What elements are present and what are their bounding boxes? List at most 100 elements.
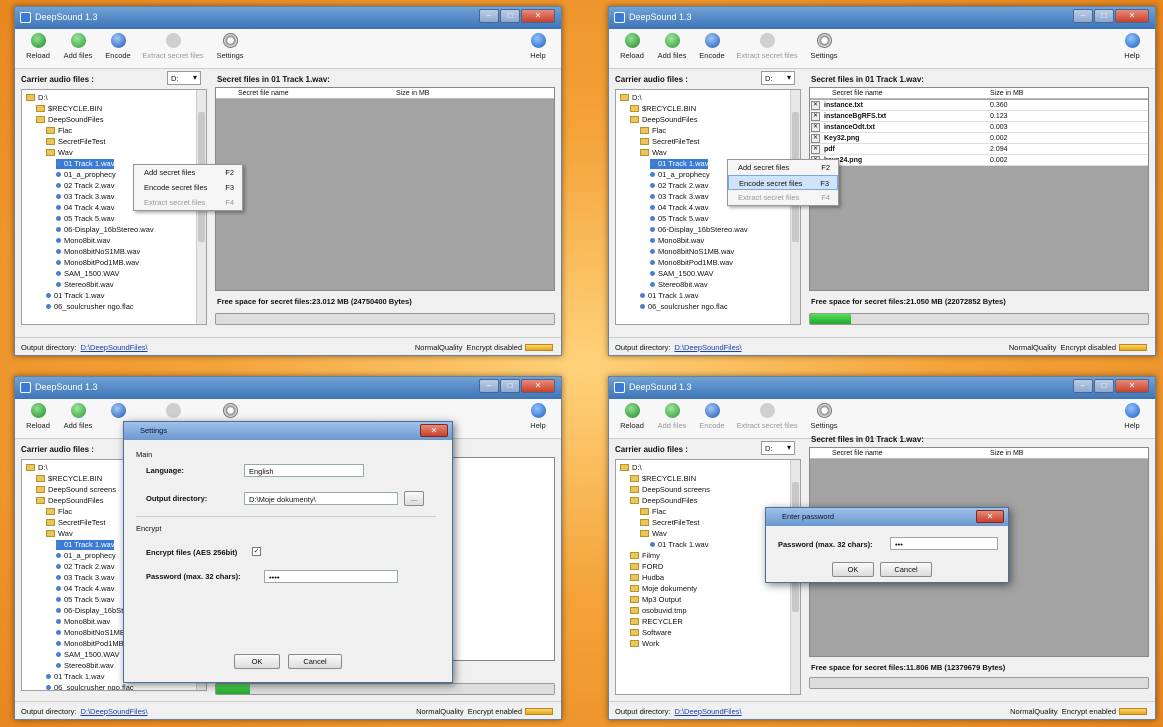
- tree-node[interactable]: Mono8bitPod1MB.wav: [56, 258, 139, 268]
- tree-node[interactable]: DeepSoundFiles: [630, 115, 697, 125]
- context-menu-item[interactable]: Encode secret files F3: [728, 175, 838, 190]
- tree-node[interactable]: FORD: [630, 562, 663, 572]
- password-input[interactable]: •••: [890, 537, 998, 550]
- tree-node[interactable]: 06_soulcrusher ngo.flac: [46, 302, 134, 312]
- context-menu-item[interactable]: Extract secret files F4: [728, 190, 838, 205]
- password-close-button[interactable]: ✕: [976, 510, 1004, 523]
- table-row[interactable]: ✕keys24.png0.002: [810, 155, 1148, 166]
- context-menu-item[interactable]: Encode secret files F3: [134, 180, 242, 195]
- add-files-button[interactable]: Add files: [57, 33, 99, 60]
- tree-node[interactable]: 01 Track 1.wav: [56, 159, 115, 169]
- encode-button[interactable]: Encode: [97, 33, 139, 60]
- tree-node[interactable]: Mono8bit.wav: [650, 236, 704, 246]
- tree-node[interactable]: 04 Track 4.wav: [650, 203, 708, 213]
- tree-node[interactable]: RECYCLER: [630, 617, 683, 627]
- secret-files-grid[interactable]: Secret file name Size in MB ✕ instance.txt…: [809, 87, 1149, 291]
- remove-file-icon[interactable]: ✕: [811, 145, 820, 154]
- tree-node[interactable]: Flac: [640, 126, 666, 136]
- tree-node[interactable]: Wav: [640, 148, 667, 158]
- tree-node[interactable]: 05 Track 5.wav: [56, 595, 114, 605]
- context-menu-item[interactable]: Add secret files F2: [134, 165, 242, 180]
- add-files-button[interactable]: Add files: [651, 33, 693, 60]
- tree-node[interactable]: Hudba: [630, 573, 664, 583]
- tree-node[interactable]: SecretFileTest: [640, 137, 700, 147]
- encrypt-checkbox[interactable]: ✓: [252, 547, 261, 556]
- tree-node[interactable]: 06-Display_16bStereo.wav: [650, 225, 748, 235]
- add-files-button[interactable]: Add files: [57, 403, 99, 430]
- remove-file-icon[interactable]: ✕: [811, 134, 820, 143]
- table-row[interactable]: ✕ Key32.png 0.002: [810, 133, 1148, 144]
- tree-node[interactable]: 06_soulcrusher ngo.flac: [640, 302, 728, 312]
- tree-node[interactable]: D:\: [620, 463, 642, 473]
- extract-button[interactable]: Extract secret files: [733, 33, 801, 60]
- cancel-button[interactable]: Cancel: [288, 654, 342, 669]
- drive-select[interactable]: D:: [761, 71, 795, 85]
- tree-node[interactable]: SAM_1500.WAV: [56, 650, 119, 660]
- tree-node[interactable]: Moje dokumenty: [630, 584, 697, 594]
- tree-node[interactable]: SAM_1500.WAV: [650, 269, 713, 279]
- tree-node[interactable]: 01_a_prophecy: [56, 170, 116, 180]
- tree-node[interactable]: 02 Track 2.wav: [56, 181, 114, 191]
- browse-button[interactable]: ...: [404, 491, 424, 506]
- tree-node[interactable]: Wav: [640, 529, 667, 539]
- minimize-button[interactable]: –: [479, 9, 499, 23]
- tree-node[interactable]: Mono8bitNoS1MB.wav: [56, 247, 140, 257]
- tree-node[interactable]: Stereo8bit.wav: [56, 661, 114, 671]
- file-tree[interactable]: D:\ $RECYCLE.BIN DeepSoundFiles Flac SecretF…: [615, 89, 801, 325]
- tree-node[interactable]: 01_a_prophecy: [650, 170, 710, 180]
- tree-node[interactable]: DeepSoundFiles: [630, 496, 697, 506]
- tree-node[interactable]: 01_a_prophecy: [56, 551, 116, 561]
- tree-node[interactable]: DeepSound screens: [630, 485, 710, 495]
- tree-node[interactable]: 02 Track 2.wav: [56, 562, 114, 572]
- table-row[interactable]: ✕ instanceBgRFS.txt 0.123: [810, 111, 1148, 122]
- close-button[interactable]: ✕: [521, 9, 555, 23]
- tree-node[interactable]: SAM_1500.WAV: [56, 269, 119, 279]
- tree-node[interactable]: Mp3 Output: [630, 595, 681, 605]
- tree-node[interactable]: 03 Track 3.wav: [650, 192, 708, 202]
- maximize-button[interactable]: □: [500, 379, 520, 393]
- encode-button[interactable]: Encode: [691, 33, 733, 60]
- tree-node[interactable]: 03 Track 3.wav: [56, 192, 114, 202]
- tree-node[interactable]: $RECYCLE.BIN: [630, 104, 696, 114]
- tree-node[interactable]: Software: [630, 628, 672, 638]
- remove-file-icon[interactable]: ✕: [811, 101, 820, 110]
- tree-node[interactable]: 01 Track 1.wav: [640, 291, 698, 301]
- tree-node[interactable]: Flac: [640, 507, 666, 517]
- minimize-button[interactable]: –: [1073, 379, 1093, 393]
- tree-node[interactable]: 01 Track 1.wav: [56, 540, 115, 550]
- tree-node[interactable]: $RECYCLE.BIN: [36, 104, 102, 114]
- minimize-button[interactable]: –: [479, 379, 499, 393]
- tree-node[interactable]: DeepSound screens: [36, 485, 116, 495]
- tree-node[interactable]: DeepSoundFiles: [36, 496, 103, 506]
- settings-button[interactable]: [209, 403, 251, 421]
- tree-node[interactable]: 06-Display_16bStereo.wav: [56, 225, 154, 235]
- settings-button[interactable]: Settings: [803, 33, 845, 60]
- tree-node[interactable]: 06_soulcrusher ngo.flac: [46, 683, 134, 690]
- table-row[interactable]: ✕ instanceOdt.txt 0.003: [810, 122, 1148, 133]
- drive-select[interactable]: D:: [761, 441, 795, 455]
- tree-node[interactable]: 01 Track 1.wav: [46, 672, 104, 682]
- reload-button[interactable]: Reload: [17, 403, 59, 430]
- extract-button[interactable]: Extract secret files: [139, 33, 207, 60]
- tree-node[interactable]: Flac: [46, 507, 72, 517]
- tree-node[interactable]: DeepSoundFiles: [36, 115, 103, 125]
- tree-node[interactable]: 04 Track 4.wav: [56, 203, 114, 213]
- reload-button[interactable]: Reload: [17, 33, 59, 60]
- settings-button[interactable]: Settings: [209, 33, 251, 60]
- help-button[interactable]: Help: [517, 33, 559, 60]
- tree-node[interactable]: Wav: [46, 529, 73, 539]
- maximize-button[interactable]: □: [1094, 379, 1114, 393]
- tree-node[interactable]: 01 Track 1.wav: [46, 291, 104, 301]
- tree-node[interactable]: Wav: [46, 148, 73, 158]
- tree-node[interactable]: SecretFileTest: [640, 518, 700, 528]
- table-row[interactable]: ✕ pdf 2.094: [810, 144, 1148, 155]
- reload-button[interactable]: Reload: [611, 33, 653, 60]
- minimize-button[interactable]: –: [1073, 9, 1093, 23]
- extract-button[interactable]: [139, 403, 207, 421]
- secret-files-grid[interactable]: Secret file name Size in MB: [215, 87, 555, 291]
- settings-button[interactable]: Settings: [803, 403, 845, 430]
- tree-node[interactable]: $RECYCLE.BIN: [36, 474, 102, 484]
- tree-node[interactable]: Work: [630, 639, 659, 649]
- tree-node[interactable]: 05 Track 5.wav: [56, 214, 114, 224]
- tree-node[interactable]: Mono8bit.wav: [56, 236, 110, 246]
